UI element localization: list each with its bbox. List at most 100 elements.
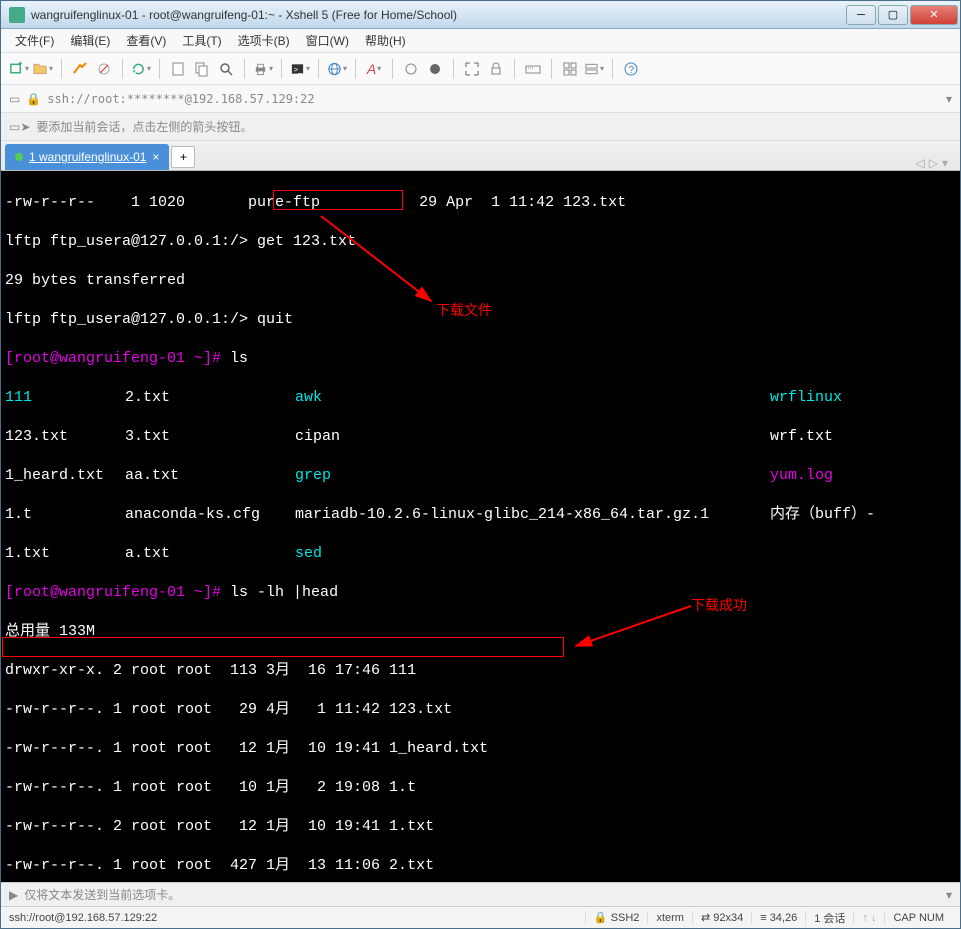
terminal[interactable]: -rw-r--r-- 1 1020 pure-ftp 29 Apr 1 11:4… [1, 171, 960, 882]
menu-tab[interactable]: 选项卡(B) [232, 30, 296, 51]
toolbar-sep [318, 59, 319, 79]
toolbar-sep [551, 59, 552, 79]
menubar: 文件(F) 编辑(E) 查看(V) 工具(T) 选项卡(B) 窗口(W) 帮助(… [1, 29, 960, 53]
terminal-icon[interactable]: >_▾ [290, 59, 310, 79]
toolbar-sep [61, 59, 62, 79]
tab-next-icon[interactable]: ▷ [929, 156, 938, 170]
input-indicator-icon[interactable]: ▶ [9, 888, 18, 902]
annotation-text-2: 下载成功 [691, 596, 747, 616]
term-line: -rw-r--r--. 1 root root 427 1月 13 11:06 … [5, 856, 956, 876]
disconnect-icon[interactable] [94, 59, 114, 79]
tabbar-nav: ◁ ▷ ▾ [916, 156, 957, 170]
status-term: xterm [647, 912, 692, 924]
minimize-button[interactable]: ─ [846, 5, 876, 25]
tab-close-icon[interactable]: × [152, 150, 159, 164]
term-line: -rw-r--r--. 1 root root 29 4月 1 11:42 12… [5, 700, 956, 720]
toolbar-sep [514, 59, 515, 79]
term-line: -rw-r--r--. 1 root root 10 1月 2 19:08 1.… [5, 778, 956, 798]
app-icon [9, 7, 25, 23]
annotation-box-1 [273, 190, 403, 210]
address-dropdown-icon[interactable]: ▾ [946, 92, 952, 106]
menu-edit[interactable]: 编辑(E) [64, 30, 116, 51]
status-connection: ssh://root@192.168.57.129:22 [9, 912, 585, 924]
term-line: -rw-r--r--. 2 root root 12 1月 10 19:41 1… [5, 817, 956, 837]
toggle2-icon[interactable] [425, 59, 445, 79]
term-line: 1.txta.txtsed [5, 544, 956, 564]
svg-text:?: ? [629, 65, 635, 76]
term-line: lftp ftp_usera@127.0.0.1:/> get 123.txt [5, 232, 956, 252]
svg-text:>_: >_ [294, 64, 303, 73]
maximize-button[interactable]: ▢ [878, 5, 908, 25]
hintbar: ▭➤ 要添加当前会话，点击左侧的箭头按钮。 [1, 113, 960, 141]
lock-small-icon: 🔒 [26, 92, 41, 106]
term-line: [root@wangruifeng-01 ~]# ls [5, 349, 956, 369]
tab-list-icon[interactable]: ▾ [942, 156, 948, 170]
lock-icon[interactable] [486, 59, 506, 79]
inputbar: ▶ 仅将文本发送到当前选项卡。 ▾ [1, 882, 960, 906]
status-pos: ≡ 34,26 [751, 912, 805, 924]
tabbar: 1 wangruifenglinux-01 × + ◁ ▷ ▾ [1, 141, 960, 171]
print-icon[interactable]: ▾ [253, 59, 273, 79]
menu-view[interactable]: 查看(V) [120, 30, 172, 51]
window-title: wangruifenglinux-01 - root@wangruifeng-0… [31, 8, 846, 22]
new-session-icon[interactable]: ▾ [9, 59, 29, 79]
app-window: wangruifenglinux-01 - root@wangruifeng-0… [0, 0, 961, 929]
reconnect-icon[interactable]: ▾ [131, 59, 151, 79]
globe-icon[interactable]: ▾ [327, 59, 347, 79]
hint-text: 要添加当前会话，点击左侧的箭头按钮。 [36, 118, 252, 135]
menu-file[interactable]: 文件(F) [9, 30, 60, 51]
close-button[interactable]: ✕ [910, 5, 958, 25]
hint-arrow-icon[interactable]: ▭➤ [9, 120, 30, 134]
toolbar-sep [159, 59, 160, 79]
status-ssh: 🔒 SSH2 [585, 911, 648, 924]
properties-icon[interactable] [168, 59, 188, 79]
inputbar-hint: 仅将文本发送到当前选项卡。 [24, 886, 180, 903]
status-updown-icon: ↑ ↓ [853, 912, 884, 924]
annotation-text-1: 下载文件 [436, 301, 492, 321]
term-line: -rw-r--r--. 1 root root 12 1月 10 19:41 1… [5, 739, 956, 759]
term-line: 1.tanaconda-ks.cfgmariadb-10.2.6-linux-g… [5, 505, 956, 525]
toolbar-sep [392, 59, 393, 79]
menu-tools[interactable]: 工具(T) [176, 30, 227, 51]
split-icon[interactable]: ▾ [584, 59, 604, 79]
connected-dot-icon [15, 153, 23, 161]
term-line: 1_heard.txtaa.txtgrepyum.log [5, 466, 956, 486]
tab-prev-icon[interactable]: ◁ [916, 156, 925, 170]
menu-help[interactable]: 帮助(H) [359, 30, 412, 51]
inputbar-dropdown-icon[interactable]: ▾ [946, 888, 952, 902]
copy-icon[interactable] [192, 59, 212, 79]
annotation-box-2 [2, 637, 564, 657]
status-size: ⇄ 92x34 [692, 911, 751, 924]
keyboard-icon[interactable] [523, 59, 543, 79]
tab-label: 1 wangruifenglinux-01 [29, 150, 146, 164]
toggle1-icon[interactable] [401, 59, 421, 79]
tile-icon[interactable] [560, 59, 580, 79]
term-line: 29 bytes transferred [5, 271, 956, 291]
window-controls: ─ ▢ ✕ [846, 5, 958, 25]
add-tab-button[interactable]: + [171, 146, 195, 168]
titlebar[interactable]: wangruifenglinux-01 - root@wangruifeng-0… [1, 1, 960, 29]
status-caps: CAP NUM [884, 912, 952, 924]
menu-window[interactable]: 窗口(W) [300, 30, 355, 51]
toolbar-sep [244, 59, 245, 79]
toolbar-sep [281, 59, 282, 79]
term-line: 1112.txtawkwrflinux [5, 388, 956, 408]
font-icon[interactable]: A▾ [364, 59, 384, 79]
fullscreen-icon[interactable] [462, 59, 482, 79]
toolbar-sep [453, 59, 454, 79]
connect-icon[interactable] [70, 59, 90, 79]
address-text[interactable]: ssh://root:********@192.168.57.129:22 [47, 92, 940, 106]
toolbar-sep [122, 59, 123, 79]
help-icon[interactable]: ? [621, 59, 641, 79]
term-line: 123.txt3.txtcipanwrf.txt [5, 427, 956, 447]
status-session: 1 会话 [805, 910, 853, 926]
session-tab[interactable]: 1 wangruifenglinux-01 × [5, 144, 169, 170]
statusbar: ssh://root@192.168.57.129:22 🔒 SSH2 xter… [1, 906, 960, 928]
term-line: [root@wangruifeng-01 ~]# ls -lh |head [5, 583, 956, 603]
search-icon[interactable] [216, 59, 236, 79]
bookmark-icon[interactable]: ▭ [9, 92, 20, 106]
open-folder-icon[interactable]: ▾ [33, 59, 53, 79]
term-line: drwxr-xr-x. 2 root root 113 3月 16 17:46 … [5, 661, 956, 681]
toolbar: ▾ ▾ ▾ ▾ >_▾ ▾ A▾ ▾ ? [1, 53, 960, 85]
addressbar: ▭ 🔒 ssh://root:********@192.168.57.129:2… [1, 85, 960, 113]
